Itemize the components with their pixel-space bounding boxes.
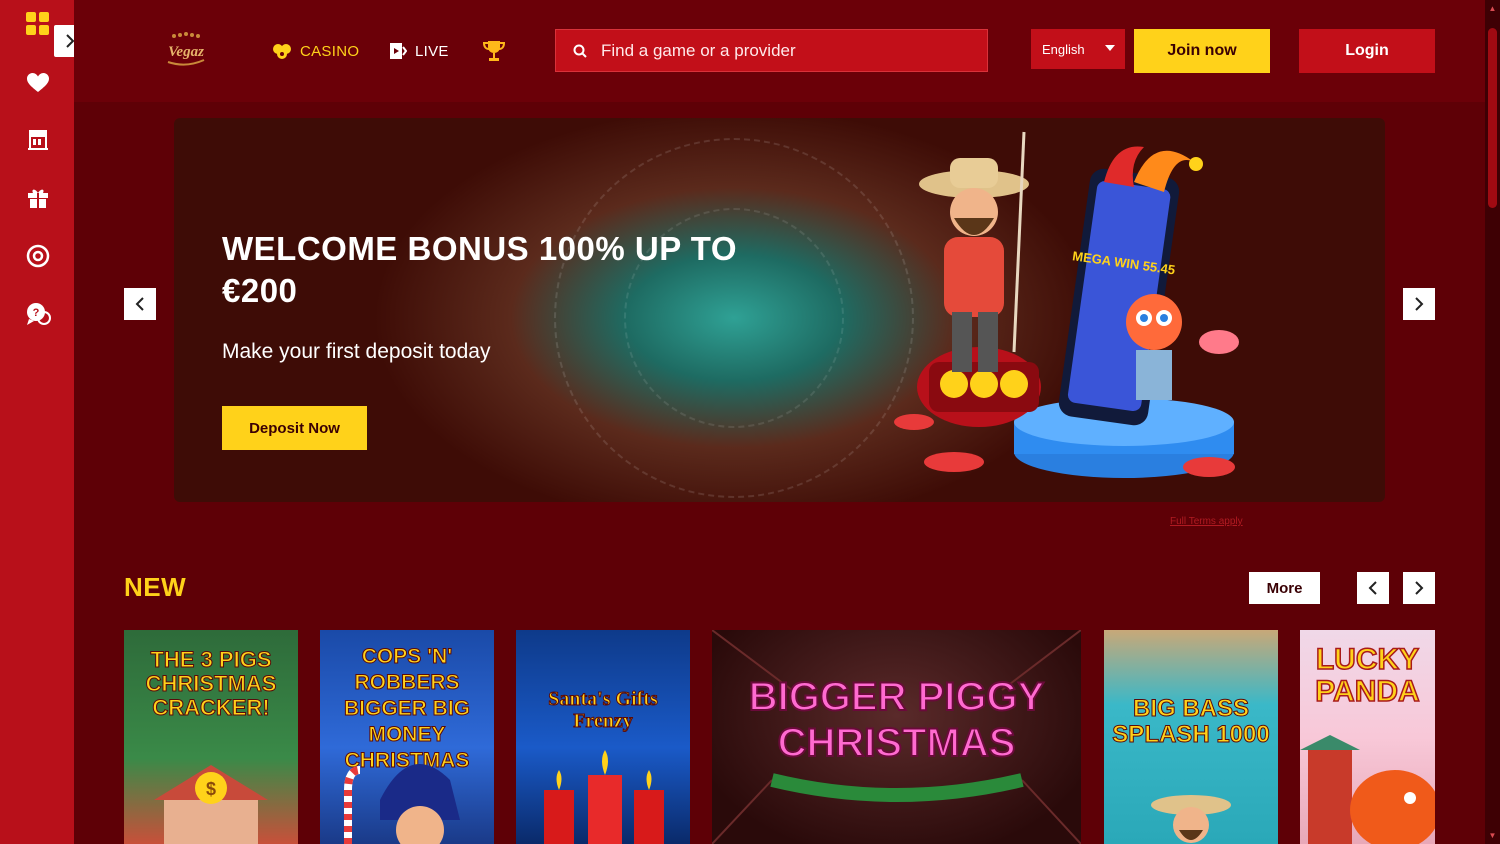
brand-logo[interactable]: Vegaz	[162, 30, 210, 70]
game-title: BIGGER PIGGY CHRISTMAS	[748, 674, 1046, 766]
game-thumbnail-art	[1300, 735, 1435, 844]
hero-title: WELCOME BONUS 100% UP TO €200	[222, 230, 738, 309]
sidebar-item-favorites[interactable]	[24, 69, 52, 97]
hero-illustration: MEGA WIN 55.45	[894, 131, 1239, 478]
nav-live-label: LIVE	[415, 42, 449, 60]
games-prev-button[interactable]	[1357, 572, 1389, 604]
page-scrollbar[interactable]: ▲ ▼	[1485, 0, 1500, 844]
more-button[interactable]: More	[1249, 572, 1320, 604]
search-bar[interactable]	[555, 29, 988, 72]
menu-grid-icon[interactable]	[26, 12, 50, 36]
live-icon	[390, 43, 407, 59]
chevron-right-icon	[1415, 297, 1424, 311]
support-icon	[26, 244, 50, 268]
language-value: English	[1042, 41, 1085, 57]
language-select[interactable]: English	[1031, 29, 1125, 69]
svg-text:Vegaz: Vegaz	[168, 44, 204, 60]
join-now-button[interactable]: Join now	[1134, 29, 1270, 73]
hero-prev-button[interactable]	[124, 288, 156, 320]
game-card[interactable]: COPS 'N' ROBBERS BIGGER BIG MONEY CHRIST…	[320, 630, 494, 844]
nav-live[interactable]: LIVE	[389, 40, 449, 62]
chevron-right-icon	[1415, 581, 1424, 595]
section-title-new: NEW	[124, 572, 187, 602]
nav-casino-label: CASINO	[300, 42, 360, 60]
hero-next-button[interactable]	[1403, 288, 1435, 320]
chevron-left-icon	[1368, 581, 1377, 595]
hero-banner[interactable]: WELCOME BONUS 100% UP TO €200 Make your …	[174, 118, 1385, 502]
casino-icon	[28, 130, 48, 150]
caret-down-icon	[1105, 45, 1115, 51]
heart-icon	[27, 73, 49, 92]
login-button[interactable]: Login	[1299, 29, 1435, 73]
game-thumbnail-art	[1151, 795, 1231, 843]
deposit-now-button[interactable]: Deposit Now	[222, 406, 367, 450]
game-card[interactable]: BIG BASS SPLASH 1000	[1104, 630, 1278, 844]
sidebar-item-promotions[interactable]	[24, 184, 52, 212]
game-card[interactable]: THE 3 PIGS CHRISTMAS CRACKER! $	[124, 630, 298, 844]
scroll-down-icon[interactable]: ▼	[1488, 831, 1497, 840]
scroll-up-icon[interactable]: ▲	[1488, 4, 1497, 13]
svg-text:$: $	[206, 779, 216, 799]
nav-casino[interactable]: CASINO	[272, 40, 359, 62]
chevron-left-icon	[135, 297, 144, 311]
game-card[interactable]: LUCKY PANDA	[1300, 630, 1435, 844]
casino-chips-icon	[273, 44, 291, 59]
chat-help-icon: ?	[27, 303, 51, 325]
games-next-button[interactable]	[1403, 572, 1435, 604]
game-thumbnail-art: $	[154, 765, 268, 844]
game-card[interactable]: Santa's Gifts Frenzy	[516, 630, 690, 844]
trophy-icon	[482, 41, 506, 61]
search-input[interactable]	[601, 40, 961, 61]
top-header: Vegaz CASINO LIVE English Join now Login	[74, 0, 1485, 102]
sidebar-item-casino[interactable]	[24, 126, 52, 154]
game-card[interactable]: BIGGER PIGGY CHRISTMAS	[712, 630, 1081, 844]
game-thumbnail-art	[544, 750, 664, 844]
full-terms-link[interactable]: Full Terms apply	[1170, 516, 1243, 527]
hero-subtitle: Make your first deposit today	[222, 340, 491, 363]
nav-tournaments[interactable]	[482, 40, 506, 62]
game-thumbnail-art	[344, 764, 460, 844]
sidebar: ?	[0, 0, 86, 844]
gift-icon	[28, 189, 48, 208]
vegaz-logo-icon: Vegaz	[167, 32, 205, 66]
scrollbar-thumb[interactable]	[1488, 28, 1497, 208]
search-icon	[573, 44, 587, 58]
sidebar-item-support[interactable]	[24, 242, 52, 270]
sidebar-item-help[interactable]: ?	[24, 300, 52, 328]
